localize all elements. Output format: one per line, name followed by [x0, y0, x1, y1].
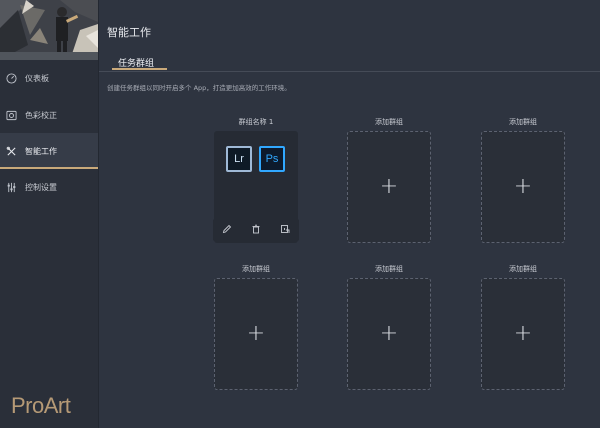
add-group-label: 添加群组	[509, 118, 537, 126]
plus-icon: +	[513, 174, 533, 199]
add-group-button[interactable]: +	[481, 278, 565, 390]
photoshop-app-icon[interactable]: Ps	[259, 146, 285, 172]
edit-group-button[interactable]	[213, 219, 242, 241]
trash-icon	[251, 224, 261, 236]
smart-work-tools-icon	[5, 145, 17, 157]
sidebar-item-smart-work[interactable]: 智能工作	[0, 133, 98, 169]
lightroom-app-icon[interactable]: Lr	[226, 146, 252, 172]
group-action-bar	[213, 219, 299, 241]
add-group-label: 添加群组	[375, 118, 403, 126]
sidebar-item-label: 控制设置	[25, 182, 57, 192]
sidebar-item-color-calibration[interactable]: 色彩校正	[0, 97, 98, 133]
page-description: 创建任务群组以同时开启多个 App，打造更加高效的工作环境。	[107, 84, 291, 92]
pencil-icon	[222, 224, 232, 236]
add-group-label: 添加群组	[242, 265, 270, 273]
sidebar-item-control-settings[interactable]: 控制设置	[0, 169, 98, 205]
hero-artwork	[0, 0, 98, 60]
group-name-label: 群组名称 1	[238, 118, 274, 126]
add-group-label: 添加群组	[375, 265, 403, 273]
sidebar-item-label: 色彩校正	[25, 110, 57, 120]
sidebar: 仪表板 色彩校正 智能工作 控制设置 ProArt	[0, 0, 99, 428]
plus-icon: +	[513, 321, 533, 346]
add-group-button[interactable]: +	[347, 278, 431, 390]
control-sliders-icon	[5, 181, 17, 193]
delete-group-button[interactable]	[242, 219, 271, 241]
page-title: 智能工作	[107, 26, 151, 39]
launch-group-button[interactable]	[270, 219, 299, 241]
plus-icon: +	[379, 174, 399, 199]
add-group-label: 添加群组	[509, 265, 537, 273]
plus-icon: +	[379, 321, 399, 346]
sidebar-item-label: 仪表板	[25, 73, 49, 83]
sidebar-item-label: 智能工作	[25, 146, 57, 156]
proart-logo: ProArt	[11, 393, 71, 418]
launch-icon	[280, 224, 290, 236]
add-group-button[interactable]: +	[481, 131, 565, 243]
tab-divider	[99, 71, 600, 72]
sidebar-item-dashboard[interactable]: 仪表板	[0, 60, 98, 96]
dashboard-gauge-icon	[5, 72, 17, 84]
tab-active-indicator	[112, 68, 167, 70]
plus-icon: +	[246, 321, 266, 346]
add-group-button[interactable]: +	[214, 278, 298, 390]
add-group-button[interactable]: +	[347, 131, 431, 243]
color-calibration-icon	[5, 109, 17, 121]
